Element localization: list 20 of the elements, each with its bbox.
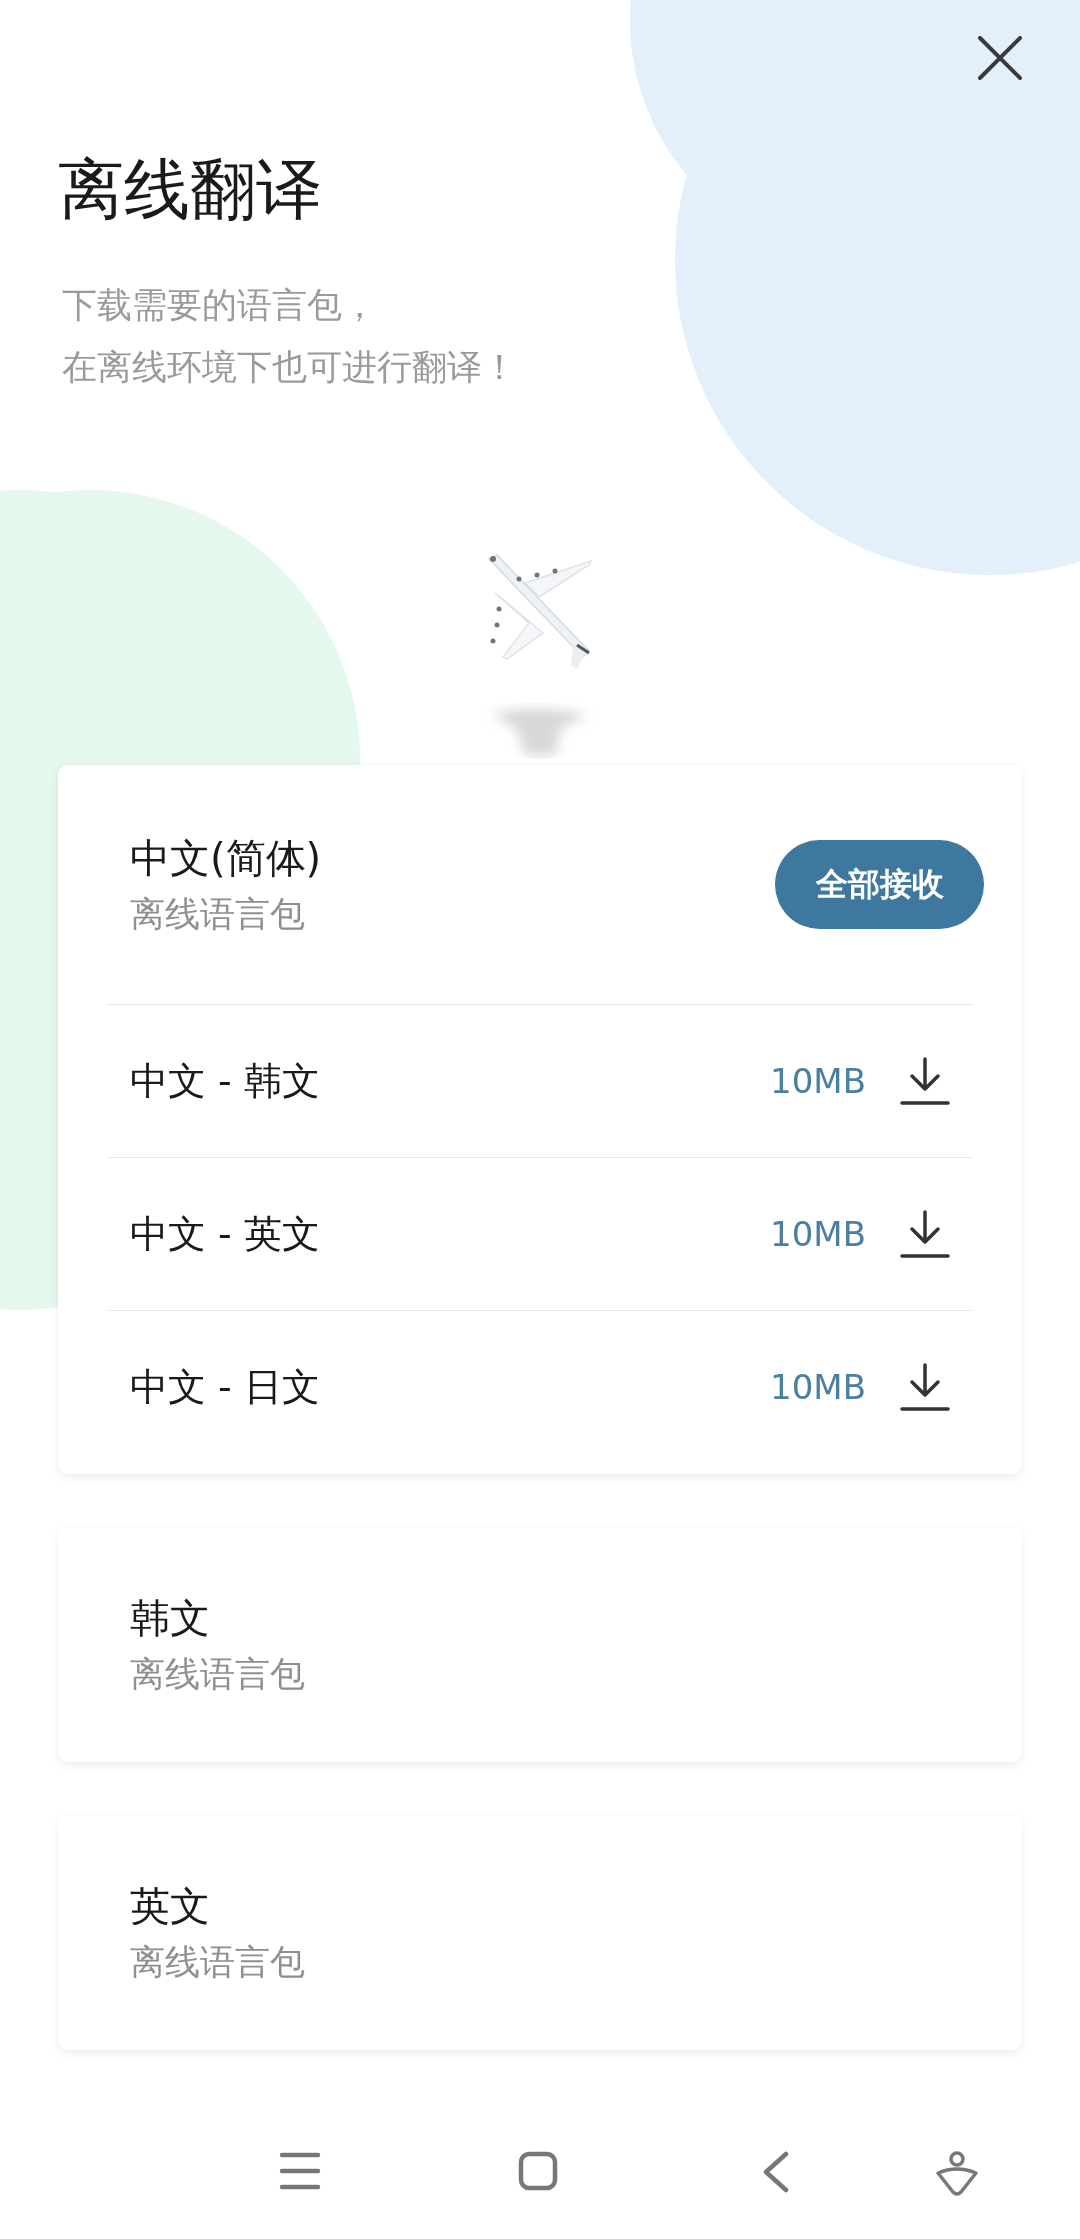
person-icon[interactable] (935, 2151, 979, 2198)
package-size: 10MB (770, 1214, 866, 1255)
package-caption: 离线语言包 (130, 892, 305, 936)
package-caption: 离线语言包 (130, 1940, 305, 1984)
package-name: 英文 (130, 1881, 210, 1931)
package-size: 10MB (770, 1061, 866, 1102)
menu-icon[interactable] (279, 2151, 321, 2192)
language-pair: 中文 - 韩文 (130, 1057, 320, 1105)
home-icon[interactable] (518, 2151, 558, 2192)
receive-all-button[interactable]: 全部接收 (775, 840, 984, 930)
package-name: 中文(简体) (130, 833, 322, 883)
language-pair: 中文 - 日文 (130, 1363, 320, 1411)
package-name: 韩文 (130, 1593, 210, 1643)
subtitle-text: 在离线环境下也可进行翻译！ (62, 346, 517, 389)
package-size: 10MB (770, 1367, 866, 1408)
language-pair: 中文 - 英文 (130, 1210, 320, 1258)
page-title: 离线翻译 (58, 150, 323, 230)
subtitle-text: 下载需要的语言包， (62, 284, 377, 327)
back-icon[interactable] (762, 2151, 790, 2194)
package-caption: 离线语言包 (130, 1652, 305, 1696)
